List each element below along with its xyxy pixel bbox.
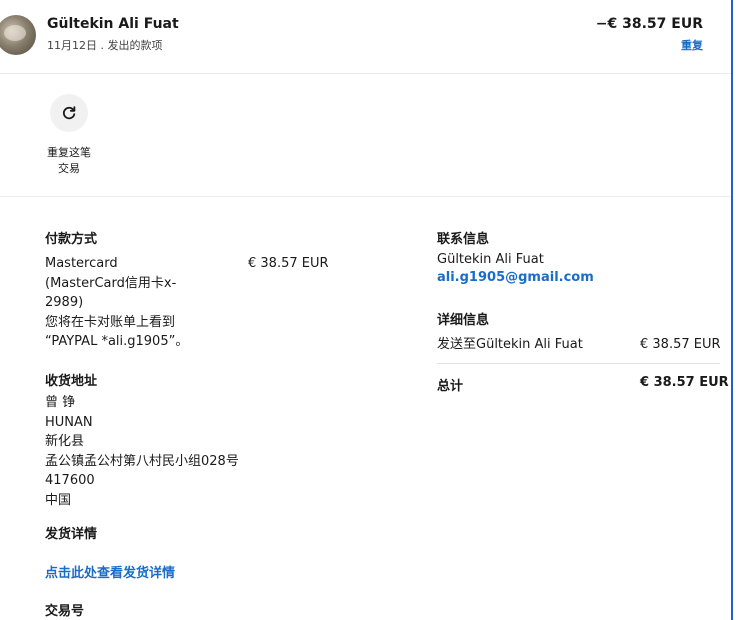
payment-method-title: 付款方式 xyxy=(45,232,98,247)
payment-method-line: (MasterCard信用卡x- xyxy=(45,275,177,291)
payment-method-details: Mastercard (MasterCard信用卡x- 2989) 您将在卡对账… xyxy=(45,254,235,352)
repeat-transaction-button[interactable] xyxy=(50,94,88,132)
shipping-address-title: 收货地址 xyxy=(45,374,98,389)
transaction-detail-page: Gültekin Ali Fuat 11月12日 . 发出的款项 −€ 38.5… xyxy=(0,0,753,620)
total-label: 总计 xyxy=(437,379,464,394)
transaction-id-title: 交易号 xyxy=(45,604,85,619)
total-amount: € 38.57 EUR xyxy=(640,375,729,390)
details-title: 详细信息 xyxy=(437,313,490,328)
transaction-amount: −€ 38.57 EUR xyxy=(595,16,703,32)
address-line: 新化县 xyxy=(45,434,85,449)
repeat-transaction-section: 重复这笔 交易 xyxy=(0,74,733,197)
refresh-icon xyxy=(63,106,76,120)
total-divider xyxy=(437,363,720,364)
transaction-header: Gültekin Ali Fuat 11月12日 . 发出的款项 −€ 38.5… xyxy=(0,0,733,74)
payment-method-line: Mastercard xyxy=(45,256,118,271)
shipping-details-title: 发货详情 xyxy=(45,527,98,542)
repeat-link[interactable]: 重复 xyxy=(681,37,703,53)
panel-right-border xyxy=(731,0,733,620)
shipping-address-details: 曾 铮 HUNAN 新化县 孟公镇孟公村第八村民小组028号 417600 中国 xyxy=(45,393,305,510)
payment-method-line: “PAYPAL *ali.g1905”。 xyxy=(45,334,189,349)
repeat-label-line2: 交易 xyxy=(58,162,80,175)
address-line: 曾 铮 xyxy=(45,395,76,410)
view-shipping-details-link[interactable]: 点击此处查看发货详情 xyxy=(45,562,175,581)
sent-to-amount: € 38.57 EUR xyxy=(640,337,721,352)
sent-to-label: 发送至Gültekin Ali Fuat xyxy=(437,337,583,352)
payment-method-line: 您将在卡对账单上看到 xyxy=(45,314,176,330)
address-line: 中国 xyxy=(45,492,72,508)
repeat-label-line1: 重复这笔 xyxy=(47,146,91,159)
contact-name: Gültekin Ali Fuat xyxy=(437,252,544,267)
contact-email-link[interactable]: ali.g1905@gmail.com xyxy=(437,270,594,285)
contact-info-title: 联系信息 xyxy=(437,232,490,247)
counterparty-name: Gültekin Ali Fuat xyxy=(47,16,179,32)
repeat-transaction-label: 重复这笔 交易 xyxy=(37,145,101,177)
transaction-date-type: 11月12日 . 发出的款项 xyxy=(47,39,163,52)
address-line: 417600 xyxy=(45,473,95,488)
address-line: 孟公镇孟公村第八村民小组028号 xyxy=(45,453,239,469)
address-line: HUNAN xyxy=(45,414,93,430)
avatar xyxy=(0,15,36,55)
payment-method-amount: € 38.57 EUR xyxy=(248,256,329,271)
payment-method-line: 2989) xyxy=(45,295,84,310)
